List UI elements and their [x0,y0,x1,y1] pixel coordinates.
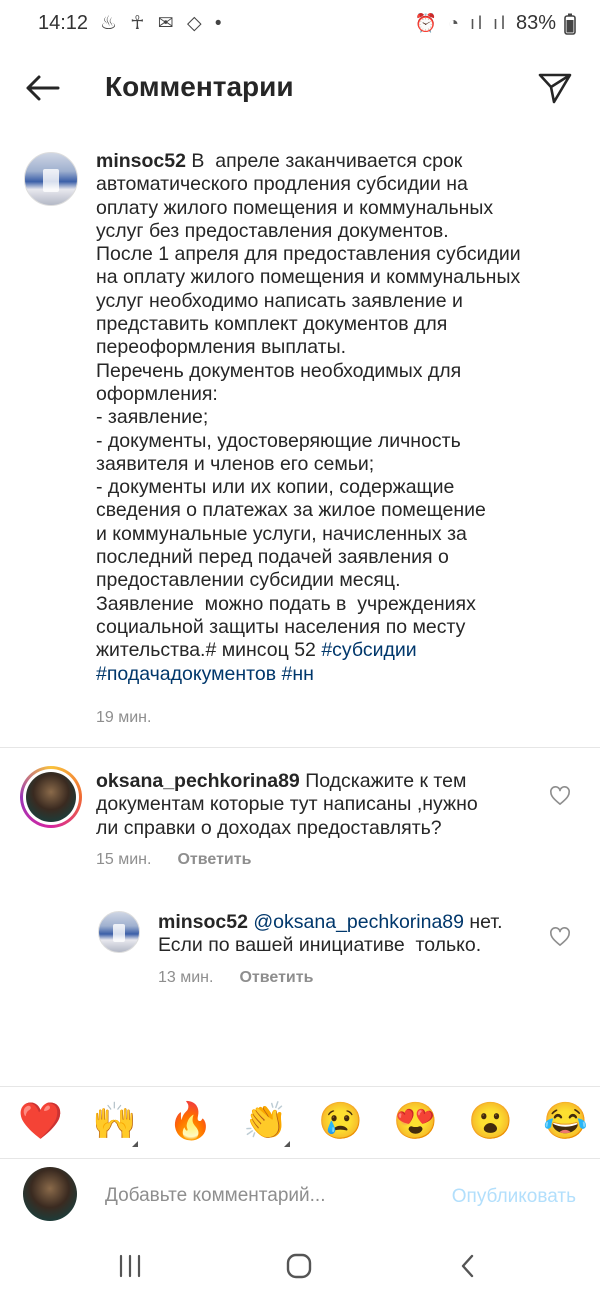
status-time: 14:12 [38,12,89,34]
arrow-left-icon [26,75,60,101]
home-button[interactable] [279,1250,319,1282]
mention-link[interactable]: @oksana_pechkorina89 [253,911,464,933]
home-icon [286,1253,312,1279]
status-bar: 14:12 ♨ ☥ ✉ ◇ • ⏰ ◔ ıl ıl 83% [0,0,600,50]
username-link[interactable]: minsoc52 [158,911,248,933]
comment-input[interactable]: Добавьте комментарий... [105,1185,325,1207]
comment-time: 13 мин. [158,969,214,986]
comment-time: 19 мин. [96,709,152,726]
hashtag-link[interactable]: #подачадокументов [96,663,276,685]
emoji-surprised[interactable]: 😮 [468,1101,513,1141]
skin-tone-indicator [284,1141,290,1147]
skin-tone-indicator [132,1141,138,1147]
reply-button[interactable]: Ответить [239,969,313,987]
back-icon [461,1254,474,1278]
reply-text: minsoc52 @oksana_pechkorina89 нет. Если … [158,911,538,958]
header: Комментарии [0,58,600,118]
hashtag-link[interactable]: #нн [281,663,313,685]
comment-meta: 15 мин. Ответить [96,851,251,869]
comment-input-bar: Добавьте комментарий... Опубликовать [0,1158,600,1232]
nav-back-button[interactable] [448,1250,488,1282]
emoji-heart-eyes[interactable]: 😍 [393,1101,438,1141]
reply-button[interactable]: Ответить [177,851,251,869]
avatar [26,772,76,822]
system-status-icons: ⏰ ◔ ıl ıl [414,13,508,33]
emoji-crying[interactable]: 😢 [318,1101,363,1141]
paper-plane-icon [538,73,572,104]
emoji-heart[interactable]: ❤️ [18,1101,63,1141]
caption-body: В апреле заканчивается срок автоматическ… [96,150,521,662]
caption-text: minsoc52 В апреле заканчивается срок авт… [96,150,576,686]
current-user-avatar [23,1167,77,1221]
divider [0,747,600,748]
emoji-quick-bar: ❤️ 🙌 🔥 👏 😢 😍 😮 😂 [0,1086,600,1158]
hashtag-link[interactable]: #субсидии [321,639,416,661]
publish-button[interactable]: Опубликовать [452,1186,576,1208]
story-ring[interactable] [20,766,82,828]
system-nav-bar [0,1232,600,1299]
emoji-raised-hands[interactable]: 🙌 [92,1101,137,1141]
avatar[interactable] [24,152,78,206]
share-button[interactable] [534,68,576,108]
battery-icon [564,13,576,35]
recents-icon [119,1254,141,1278]
battery-percent: 83% [515,12,556,34]
username-link[interactable]: oksana_pechkorina89 [96,770,300,792]
comment-meta: 19 мин. [96,709,151,727]
recents-button[interactable] [110,1250,150,1282]
page-title: Комментарии [105,71,294,102]
comment-time: 15 мин. [96,851,152,868]
heart-outline-icon[interactable] [549,927,571,947]
comment-meta: 13 мин. Ответить [158,969,313,987]
comment-text: oksana_pechkorina89 Подскажите к тем док… [96,770,536,840]
notification-icons: ♨ ☥ ✉ ◇ • [100,13,226,34]
heart-outline-icon[interactable] [549,786,571,806]
avatar[interactable] [98,911,140,953]
emoji-fire[interactable]: 🔥 [168,1101,213,1141]
emoji-clap[interactable]: 👏 [243,1101,288,1141]
username-link[interactable]: minsoc52 [96,150,186,172]
back-button[interactable] [20,68,64,108]
emoji-laughing[interactable]: 😂 [543,1101,588,1141]
status-right: ⏰ ◔ ıl ıl 83% [415,12,576,35]
